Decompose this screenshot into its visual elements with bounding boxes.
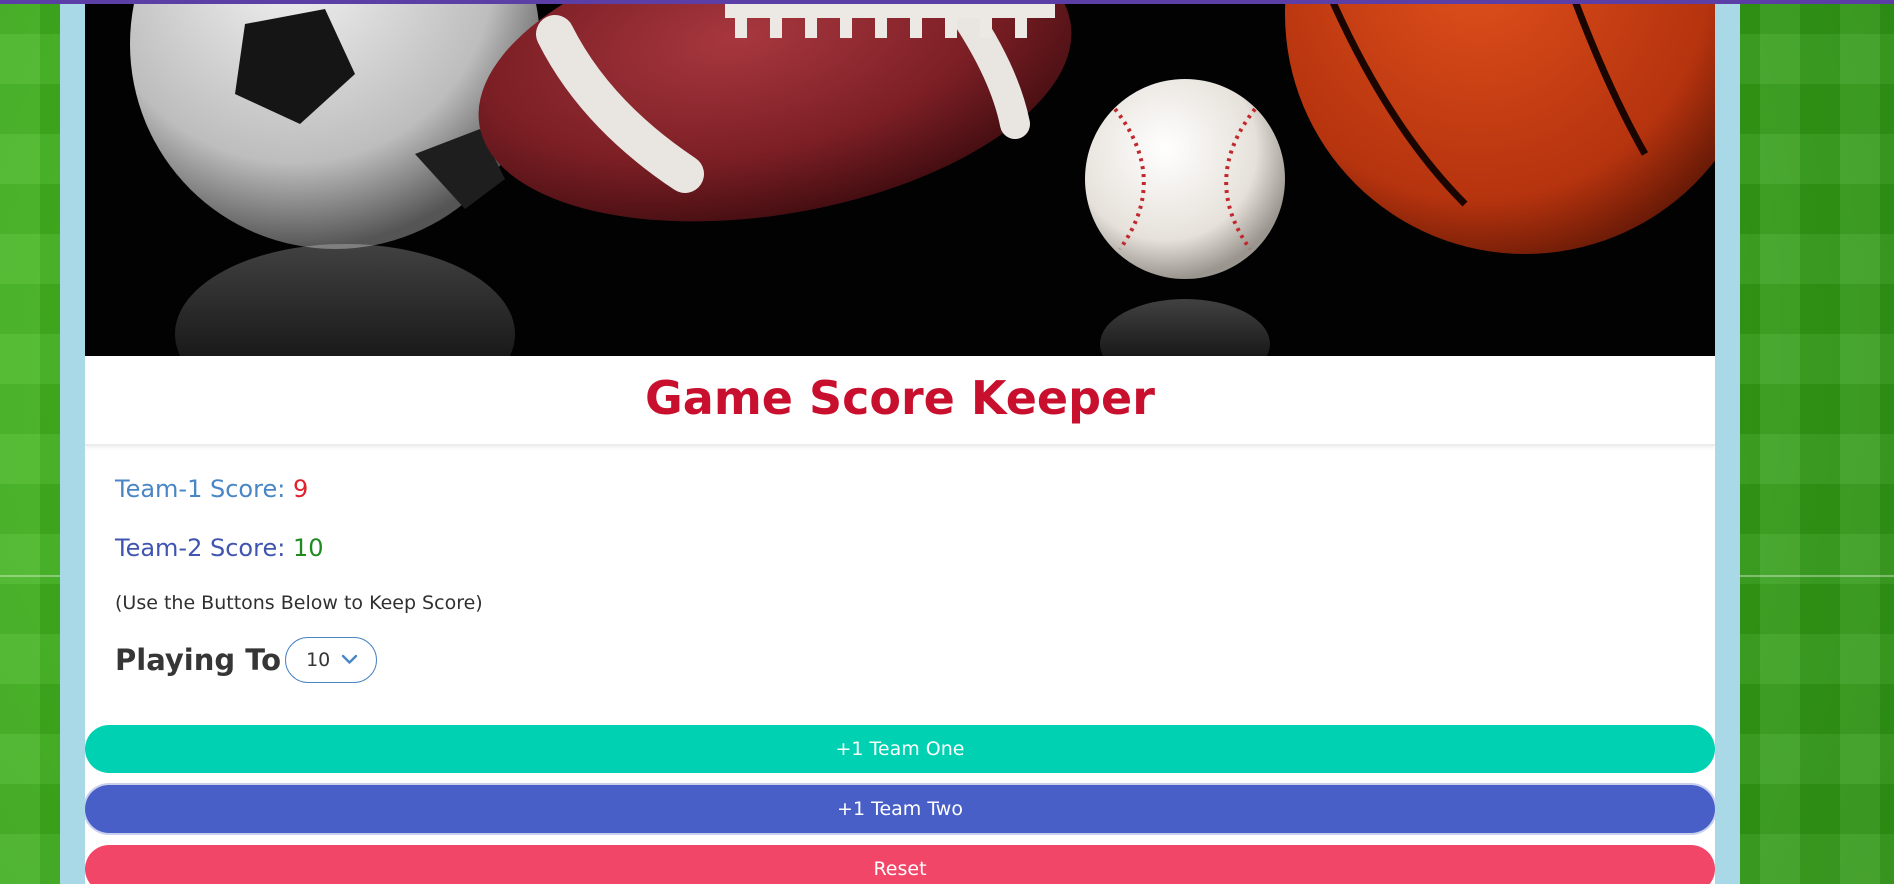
reset-button[interactable]: Reset	[85, 845, 1715, 884]
team-1-score-value: 9	[292, 475, 309, 503]
chevron-down-icon	[341, 654, 358, 664]
field-stripe-left	[0, 575, 60, 577]
team-2-score: Team-2 Score: 10	[115, 533, 323, 563]
sports-balls-illustration	[130, 4, 1715, 356]
team-2-score-value: 10	[292, 534, 324, 562]
team-1-score-label: Team-1 Score:	[115, 475, 293, 503]
playing-to-control: Playing To 10	[115, 637, 378, 683]
team-1-score: Team-1 Score: 9	[115, 474, 308, 504]
add-team-two-button[interactable]: +1 Team Two	[85, 785, 1715, 833]
title-header: Game Score Keeper	[85, 356, 1715, 446]
page-title: Game Score Keeper	[645, 371, 1155, 425]
sports-balls-banner-image	[85, 4, 1715, 356]
team-2-score-label: Team-2 Score:	[115, 534, 293, 562]
playing-to-label: Playing To	[115, 643, 282, 677]
playing-to-select[interactable]: 10	[285, 637, 378, 683]
instructions-text: (Use the Buttons Below to Keep Score)	[115, 592, 483, 614]
score-keeper-card: Game Score Keeper Team-1 Score: 9 Team-2…	[85, 4, 1715, 884]
add-team-one-button[interactable]: +1 Team One	[85, 725, 1715, 773]
playing-to-selected-value: 10	[306, 649, 331, 671]
field-stripe-right	[1740, 575, 1894, 577]
